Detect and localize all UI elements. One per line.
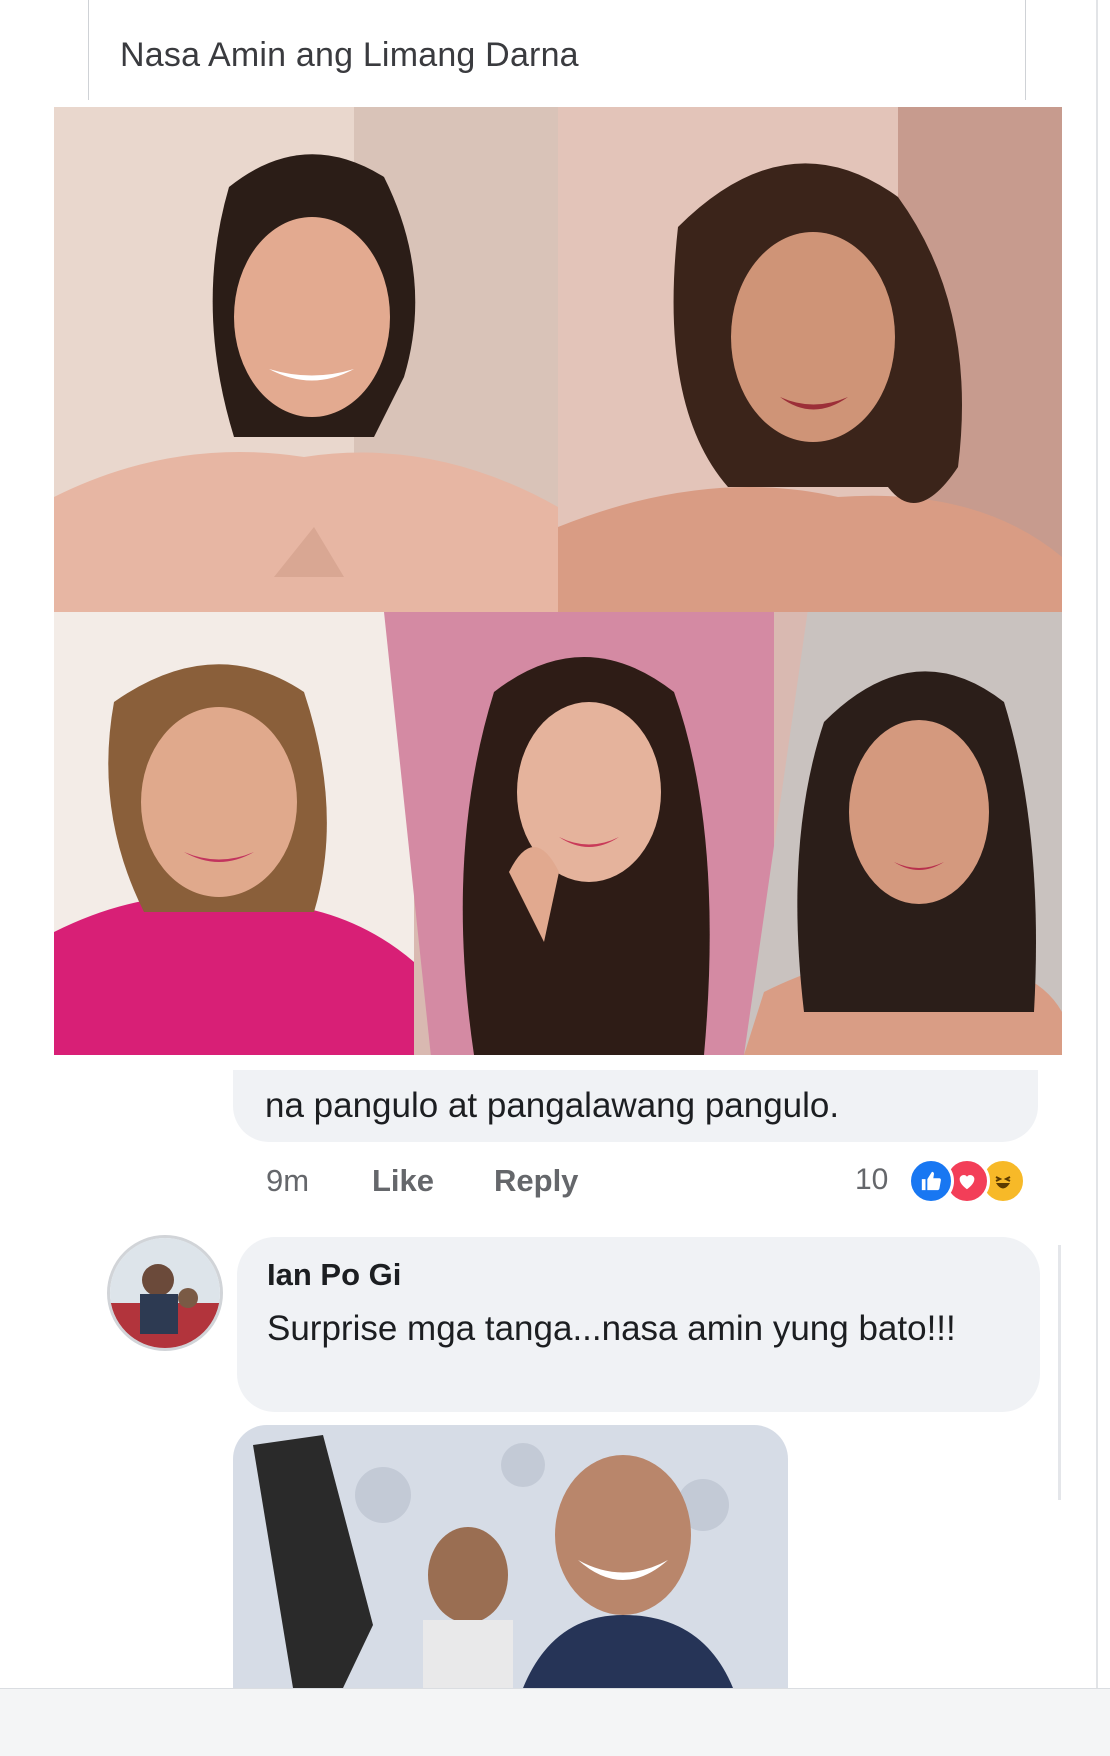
reaction-count[interactable]: 10	[855, 1163, 888, 1197]
comment-text-reply: Surprise mga tanga...nasa amin yung bato…	[267, 1309, 956, 1348]
comment-timestamp: 9m	[266, 1163, 310, 1198]
comment-attached-photo[interactable]	[233, 1425, 788, 1688]
post-image-collage[interactable]	[54, 107, 1062, 1055]
avatar[interactable]	[107, 1235, 223, 1351]
like-button[interactable]: Like	[372, 1163, 434, 1199]
portrait-bottom-left	[54, 612, 414, 1055]
post-frame: Nasa Amin ang Limang Darna na pangulo at…	[0, 0, 1110, 1688]
comment-author[interactable]: Ian Po Gi	[267, 1257, 401, 1293]
post-title: Nasa Amin ang Limang Darna	[120, 36, 579, 74]
portrait-bottom-center	[384, 612, 774, 1055]
comment-text-previous: na pangulo at pangalawang pangulo.	[265, 1086, 840, 1125]
bottom-bar	[0, 1688, 1110, 1756]
like-icon[interactable]	[908, 1158, 954, 1204]
portrait-top-right	[558, 107, 1062, 612]
frame-divider-right	[1025, 0, 1026, 100]
reply-button[interactable]: Reply	[494, 1163, 578, 1199]
frame-edge	[1096, 0, 1098, 1688]
frame-divider-left	[88, 0, 89, 100]
thread-line	[1058, 1245, 1061, 1500]
portrait-bottom-right	[744, 612, 1062, 1055]
portrait-top-left	[54, 107, 558, 612]
